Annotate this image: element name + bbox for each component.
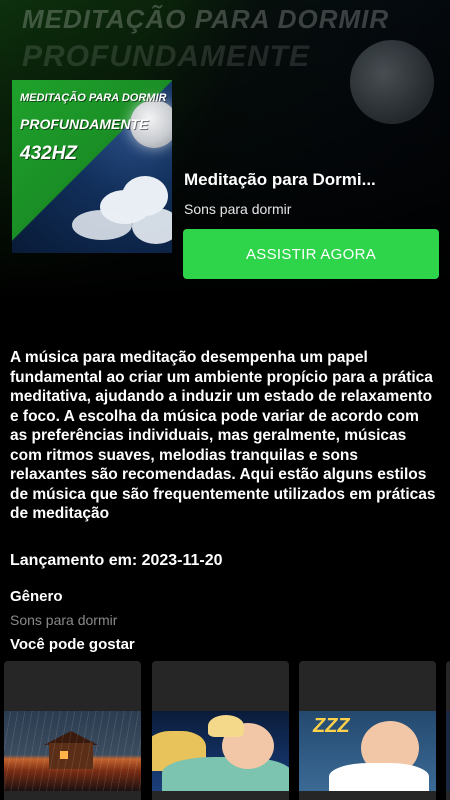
recommendation-card[interactable] (152, 661, 289, 800)
rain-overlay (4, 711, 141, 791)
genre-value[interactable]: Sons para dormir (10, 612, 117, 628)
rainy-cabin-thumbnail (4, 711, 141, 791)
release-date: Lançamento em: 2023-11-20 (10, 552, 223, 569)
blanket-shape (329, 763, 429, 791)
sleeping-baby-zzz-thumbnail: ZZZ (299, 711, 436, 791)
description-text: A música para meditação desempenha um pa… (10, 349, 436, 522)
watch-now-button[interactable]: ASSISTIR AGORA (183, 229, 439, 279)
poster-title-line-1: MEDITAÇÃO PARA DORMIR (20, 92, 167, 104)
poster-title-line-2: PROFUNDAMENTE (20, 116, 149, 132)
zzz-text: ZZZ (313, 715, 350, 737)
genre-heading: Gênero (10, 588, 63, 605)
baby-cap (208, 715, 244, 737)
hero-background-title: MEDITAÇÃO PARA DORMIR (22, 4, 390, 34)
recommendation-card[interactable]: ZZZ (299, 661, 436, 800)
recommendations-heading: Você pode gostar (10, 636, 135, 653)
sleeping-baby-thumbnail (152, 711, 289, 791)
blanket-shape (162, 757, 289, 791)
content-subtitle: Sons para dormir (184, 201, 292, 217)
moon-icon (350, 40, 434, 124)
recommendation-card[interactable] (4, 661, 141, 800)
content-title: Meditação para Dormi... (184, 170, 376, 189)
recommendation-card-partial[interactable] (446, 661, 450, 800)
cloud-shape (72, 210, 132, 240)
poster-image: MEDITAÇÃO PARA DORMIR PROFUNDAMENTE 432H… (12, 80, 172, 253)
cloud-shape (132, 208, 172, 244)
hero-background-subtitle: PROFUNDAMENTE (22, 40, 310, 73)
partial-card-thumbnail (446, 711, 450, 791)
poster-title-line-3: 432HZ (20, 143, 78, 164)
